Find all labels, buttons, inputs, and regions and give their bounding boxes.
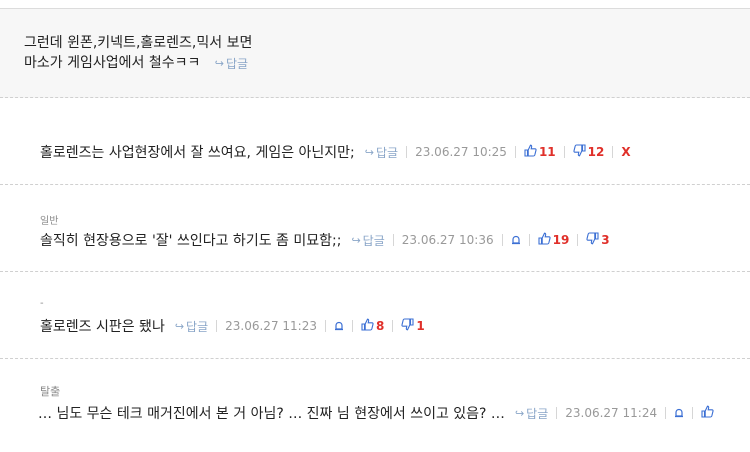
comment-2: 홀로렌즈는 사업현장에서 잘 쓰여요, 게임은 아닌지만; ↪ 답글 23.06… xyxy=(0,98,750,184)
comment-1-line-2: 마소가 게임사업에서 철수ㅋㅋ ↪ 답글 xyxy=(24,53,252,74)
divider xyxy=(351,320,353,332)
comment-4-date: 23.06.27 11:23 xyxy=(225,319,317,333)
comment-4-row: 홀로렌즈 시판은 됐나 ↪ 답글 23.06.27 11:23 8 1 xyxy=(40,316,425,336)
comment-1-text: 그런데 윈폰,키넥트,홀로렌즈,믹서 보면 마소가 게임사업에서 철수ㅋㅋ ↪ … xyxy=(24,33,252,74)
upvote-button[interactable] xyxy=(701,405,714,422)
reply-arrow-icon: ↪ xyxy=(214,57,225,70)
comment-3-text: 솔직히 현장용으로 '잘' 쓰인다고 하기도 좀 미묘함;; xyxy=(40,233,342,249)
divider xyxy=(563,146,565,158)
bell-icon[interactable] xyxy=(674,408,684,418)
thumbs-down-icon xyxy=(573,143,586,161)
comment-4-text: 홀로렌즈 시판은 됐나 xyxy=(40,319,165,335)
thumbs-up-icon xyxy=(361,318,374,335)
thumbs-down-icon xyxy=(586,231,599,249)
reply-label: 답글 xyxy=(362,233,385,248)
divider xyxy=(528,234,530,246)
upvote-button[interactable]: 11 xyxy=(524,144,556,161)
comment-2-row: 홀로렌즈는 사업현장에서 잘 쓰여요, 게임은 아닌지만; ↪ 답글 23.06… xyxy=(40,142,631,162)
comment-3-date: 23.06.27 10:36 xyxy=(401,233,494,247)
upvote-button[interactable]: 19 xyxy=(538,232,570,249)
divider xyxy=(692,407,694,419)
downvote-count: 12 xyxy=(587,145,605,159)
reply-label: 답글 xyxy=(376,145,399,160)
comment-2-date: 23.06.27 10:25 xyxy=(415,145,507,159)
divider xyxy=(406,146,408,158)
comment-1-line-2-text: 마소가 게임사업에서 철수ㅋㅋ xyxy=(24,55,201,71)
divider xyxy=(392,320,394,332)
divider xyxy=(514,146,516,158)
reply-label: 답글 xyxy=(186,319,209,334)
downvote-count: 1 xyxy=(416,319,425,333)
downvote-button[interactable]: 12 xyxy=(573,143,605,161)
upvote-button[interactable]: 8 xyxy=(361,318,384,335)
downvote-button[interactable]: 3 xyxy=(586,231,610,249)
comment-5-row: … 님도 무슨 테크 매거진에서 본 거 아님? … 진짜 님 현장에서 쓰이고… xyxy=(38,403,714,423)
divider xyxy=(556,407,558,419)
comment-5-text: … 님도 무슨 테크 매거진에서 본 거 아님? … 진짜 님 현장에서 쓰이고… xyxy=(38,406,505,422)
reply-button[interactable]: ↪ 답글 xyxy=(215,54,248,74)
comment-5-date: 23.06.27 11:24 xyxy=(565,406,658,420)
divider xyxy=(577,234,579,246)
delete-button[interactable]: X xyxy=(621,145,630,159)
divider xyxy=(612,146,614,158)
upvote-count: 19 xyxy=(552,233,570,247)
top-strip xyxy=(0,0,750,8)
bell-icon[interactable] xyxy=(334,321,344,331)
downvote-count: 3 xyxy=(601,233,610,247)
comment-4: - 홀로렌즈 시판은 됐나 ↪ 답글 23.06.27 11:23 8 1 xyxy=(0,272,750,358)
comment-3-nickname: 일반 xyxy=(40,216,59,227)
reply-arrow-icon: ↪ xyxy=(514,406,525,420)
upvote-count: 11 xyxy=(538,145,556,159)
reply-label: 답글 xyxy=(526,406,549,421)
comment-2-text: 홀로렌즈는 사업현장에서 잘 쓰여요, 게임은 아닌지만; xyxy=(40,145,355,161)
thumbs-up-icon xyxy=(524,144,537,161)
reply-button[interactable]: ↪ 답글 xyxy=(515,405,548,422)
downvote-button[interactable]: 1 xyxy=(401,317,425,335)
upvote-count: 8 xyxy=(375,319,385,333)
reply-arrow-icon: ↪ xyxy=(351,233,361,247)
reply-button[interactable]: ↪ 답글 xyxy=(351,232,384,249)
thumbs-down-icon xyxy=(401,317,414,335)
thumbs-up-icon xyxy=(538,232,551,249)
thumbs-up-icon xyxy=(701,405,714,422)
comment-5-nickname: 탈출 xyxy=(40,385,61,398)
comment-1-line-1: 그런데 윈폰,키넥트,홀로렌즈,믹서 보면 xyxy=(24,35,253,51)
comment-1: 그런데 윈폰,키넥트,홀로렌즈,믹서 보면 마소가 게임사업에서 철수ㅋㅋ ↪ … xyxy=(0,9,750,98)
divider xyxy=(392,234,394,246)
divider xyxy=(501,234,503,246)
reply-label: 답글 xyxy=(226,57,249,71)
comment-3: 일반 솔직히 현장용으로 '잘' 쓰인다고 하기도 좀 미묘함;; ↪ 답글 2… xyxy=(0,185,750,271)
divider xyxy=(216,320,218,332)
reply-arrow-icon: ↪ xyxy=(174,319,185,333)
divider xyxy=(665,407,667,419)
comment-5: 탈출 … 님도 무슨 테크 매거진에서 본 거 아님? … 진짜 님 현장에서 … xyxy=(0,359,750,452)
divider xyxy=(324,320,326,332)
reply-arrow-icon: ↪ xyxy=(364,145,374,159)
comment-3-row: 솔직히 현장용으로 '잘' 쓰인다고 하기도 좀 미묘함;; ↪ 답글 23.0… xyxy=(40,230,610,250)
comment-4-nickname: - xyxy=(40,298,44,309)
reply-button[interactable]: ↪ 답글 xyxy=(175,318,208,335)
reply-button[interactable]: ↪ 답글 xyxy=(365,144,398,161)
bell-icon[interactable] xyxy=(511,235,521,245)
